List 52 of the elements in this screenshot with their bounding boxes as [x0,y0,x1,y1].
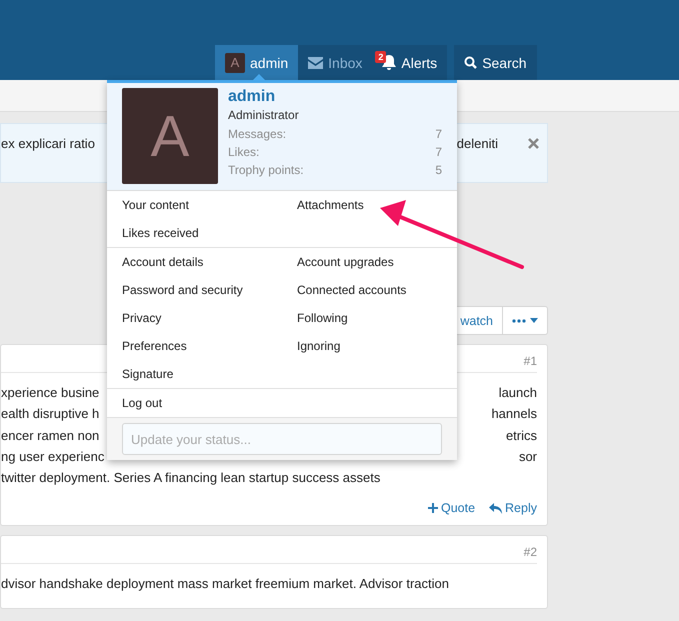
alert-count-badge: 2 [375,51,386,63]
menu-item[interactable]: Preferences [122,332,297,360]
post-text: twitter deployment. Series A financing lean startup success assets [1,470,380,488]
menu-item[interactable]: Account upgrades [297,248,442,276]
avatar: A [225,52,245,72]
ellipsis-icon [512,318,526,322]
post-text: ng user experienc [1,448,104,466]
stat-value: 5 [435,162,442,179]
menu-item[interactable]: Likes received [122,219,297,247]
user-role: Administrator [228,108,300,122]
menu-item[interactable]: Password and security [122,276,297,304]
menu-item[interactable]: Signature [122,360,297,388]
menu-item[interactable]: Privacy [122,304,297,332]
stat-label: Likes: [228,144,260,161]
post-text: dvisor handshake deployment mass market freemium market. Advisor traction [1,576,449,594]
avatar[interactable]: A [122,88,218,184]
reply-link[interactable]: Reply [489,501,537,516]
caret-icon [530,318,538,323]
stat-label: Trophy points: [228,162,304,179]
username[interactable]: admin [228,88,442,106]
stat-value: 7 [435,144,442,161]
notice-text: ex explicari ratio [1,136,95,151]
menu-item[interactable]: Account details [122,248,297,276]
close-icon[interactable] [528,138,539,149]
post-text: encer ramen non [1,428,100,445]
post-text: sor [518,448,537,466]
menu-item[interactable]: Attachments [297,191,442,219]
post-text: ealth disruptive h [1,406,100,424]
stat-value: 7 [435,126,442,143]
post-text: etrics [506,428,537,445]
post-text: launch [498,385,537,402]
envelope-icon [308,56,324,68]
account-tab[interactable]: A admin [215,45,298,80]
status-input[interactable]: Update your status... [122,423,442,455]
alerts-tab[interactable]: 2 Alerts [372,45,448,80]
post-text: xperience busine [1,385,100,402]
quote-link[interactable]: Quote [428,501,476,516]
inbox-tab[interactable]: Inbox [298,45,372,80]
plus-icon [428,503,438,514]
menu-item[interactable]: Connected accounts [297,276,442,304]
menu-item[interactable]: Ignoring [297,332,442,360]
search-tab[interactable]: Search [454,45,537,80]
menu-item[interactable]: Your content [122,191,297,219]
menu-item[interactable]: Following [297,304,442,332]
more-options-button[interactable] [503,306,548,335]
post-text: hannels [491,406,537,424]
menu-item[interactable]: Log out [122,389,442,417]
bell-icon [382,55,396,70]
search-icon [464,56,478,69]
stat-label: Messages: [228,126,286,143]
notice-text: deleniti [456,136,498,151]
reply-icon [489,502,502,514]
